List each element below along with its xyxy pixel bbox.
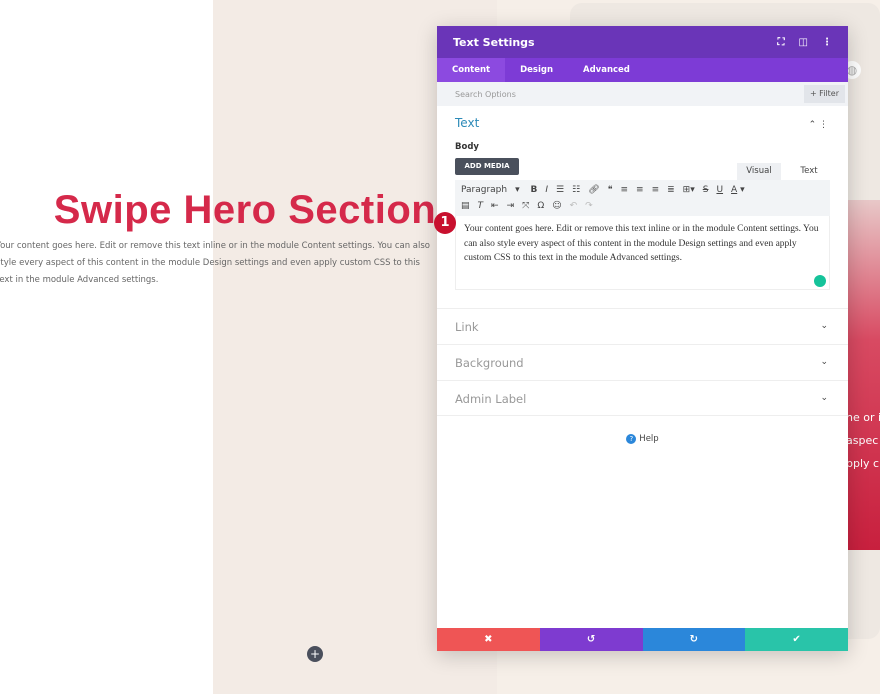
quote-icon[interactable]: ❝ <box>608 185 613 195</box>
dropdown-icon[interactable]: ▾ <box>515 185 520 195</box>
chevron-down-icon[interactable]: ⌄ <box>820 321 828 331</box>
visual-tab[interactable]: Visual <box>737 163 781 180</box>
strikethrough-icon[interactable]: S <box>703 185 709 195</box>
chevron-up-icon[interactable]: ⌃ ⋮ <box>809 120 828 130</box>
tab-design[interactable]: Design <box>505 58 568 82</box>
redo-button[interactable]: ↻ <box>642 628 746 651</box>
search-placeholder: Search Options <box>455 89 516 99</box>
text-section: Text ⌃ ⋮ <box>437 106 848 130</box>
section-background[interactable]: Background ⌄ <box>437 344 848 380</box>
add-section-button[interactable]: + <box>307 646 323 662</box>
indent-icon[interactable]: ⇥ <box>507 201 515 211</box>
align-right-icon[interactable]: ≡ <box>652 185 660 195</box>
link-icon[interactable]: 🔗︎ <box>588 185 599 195</box>
panel-tabs: Content Design Advanced <box>437 58 848 82</box>
numbered-list-icon[interactable]: ☷ <box>572 185 580 195</box>
section-label: Background <box>455 356 524 370</box>
format-select[interactable]: Paragraph <box>461 185 507 195</box>
outdent-icon[interactable]: ⇤ <box>491 201 499 211</box>
add-media-button[interactable]: ADD MEDIA <box>455 158 519 175</box>
undo-button[interactable]: ↺ <box>539 628 643 651</box>
fullscreen-editor-icon[interactable]: ⤧ <box>522 201 529 211</box>
section-link[interactable]: Link ⌄ <box>437 308 848 344</box>
hero-text-fragment: ne or i <box>846 411 880 424</box>
section-label: Admin Label <box>455 392 527 406</box>
help-label: Help <box>639 434 659 444</box>
more-options-icon[interactable]: ⋮ <box>822 37 832 48</box>
bullet-list-icon[interactable]: ☰ <box>556 185 564 195</box>
hero-text-fragment: pply cu <box>846 457 880 470</box>
body-label: Body <box>455 142 479 152</box>
help-icon: ? <box>626 434 637 444</box>
align-center-icon[interactable]: ≡ <box>636 185 644 195</box>
step-badge: 1 <box>434 212 456 234</box>
undo-icon[interactable]: ↶ <box>570 201 578 211</box>
panel-header: Text Settings ⛶ ◫ ⋮ <box>437 26 848 58</box>
body-editor[interactable]: Your content goes here. Edit or remove t… <box>455 216 830 290</box>
paste-icon[interactable]: ▤ <box>461 201 470 211</box>
emoji-icon[interactable]: ☺ <box>552 201 561 211</box>
text-settings-panel: Text Settings ⛶ ◫ ⋮ Content Design Advan… <box>434 26 848 651</box>
split-view-icon[interactable]: ◫ <box>799 37 808 48</box>
grammarly-icon[interactable] <box>814 275 826 287</box>
table-icon[interactable]: ⊞▾ <box>683 185 695 195</box>
align-left-icon[interactable]: ≡ <box>620 185 628 195</box>
hero-image <box>848 200 880 550</box>
clear-format-icon[interactable]: T <box>478 201 484 211</box>
tab-advanced[interactable]: Advanced <box>568 58 645 82</box>
help-link[interactable]: ? Help <box>437 434 848 444</box>
editor-toolbar: Paragraph ▾ B I ☰ ☷ 🔗︎ ❝ ≡ ≡ ≡ ≣ ⊞▾ S U A ▾ ▤ T ⇤ ⇥ ⤧ Ω ☺ ↶ ↷ <box>455 180 830 216</box>
panel-title: Text Settings <box>453 35 535 49</box>
chevron-down-icon[interactable]: ⌄ <box>820 357 828 367</box>
search-options-input[interactable]: Search Options + Filter <box>437 82 848 106</box>
section-label: Link <box>455 320 479 334</box>
hero-text-fragment: aspec <box>846 434 879 447</box>
special-char-icon[interactable]: Ω <box>537 201 544 211</box>
hero-body: Your content goes here. Edit or remove t… <box>0 241 431 285</box>
tab-content[interactable]: Content <box>437 58 506 82</box>
chevron-down-icon[interactable]: ⌄ <box>820 393 828 403</box>
filter-button[interactable]: + Filter <box>803 85 845 103</box>
fullscreen-icon[interactable]: ⛶ <box>778 37 785 48</box>
text-color-icon[interactable]: A ▾ <box>731 185 745 195</box>
underline-icon[interactable]: U <box>716 185 723 195</box>
redo-icon[interactable]: ↷ <box>585 201 593 211</box>
bold-icon[interactable]: B <box>531 185 538 195</box>
cancel-button[interactable]: ✖ <box>437 628 540 651</box>
panel-footer: ✖ ↺ ↻ ✔ <box>437 628 848 651</box>
save-button[interactable]: ✔ <box>745 628 848 651</box>
hero-body-text[interactable]: Your content goes here. Edit or remove t… <box>0 238 440 289</box>
italic-icon[interactable]: I <box>545 185 548 195</box>
justify-icon[interactable]: ≣ <box>667 185 675 195</box>
text-tab[interactable]: Text <box>787 163 831 180</box>
section-admin-label[interactable]: Admin Label ⌄ <box>437 380 848 416</box>
hero-title[interactable]: Swipe Hero Section <box>0 188 490 233</box>
section-title-text[interactable]: Text <box>437 106 848 130</box>
